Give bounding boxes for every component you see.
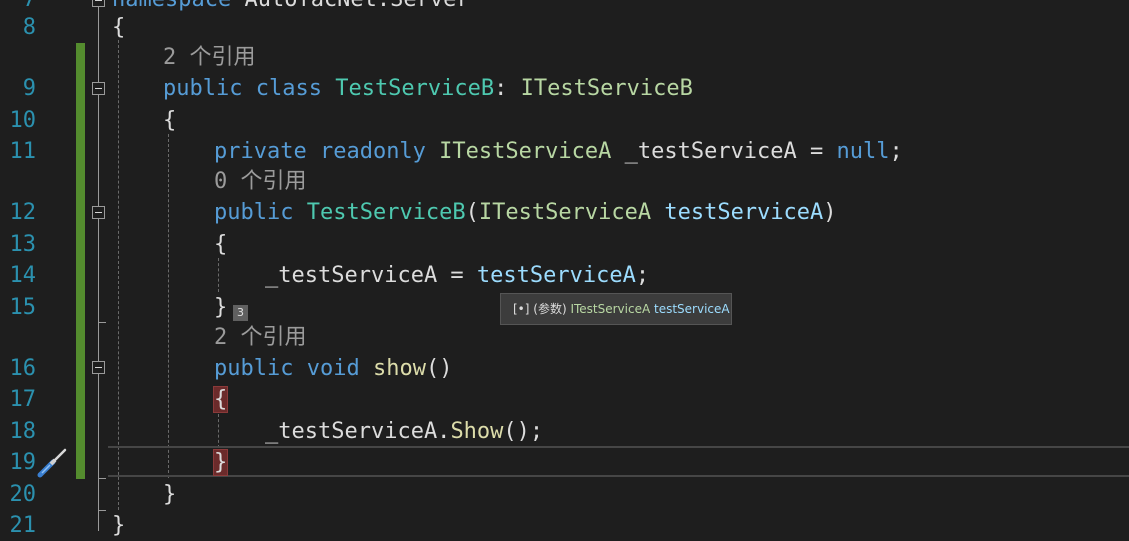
field-name: _testServiceA. xyxy=(265,419,451,444)
fold-end-tick xyxy=(98,322,106,323)
namespace-name: AutofacNet.Server xyxy=(231,0,469,12)
punctuation: ; xyxy=(889,139,903,164)
tooltip-kind: (参数) xyxy=(529,302,571,316)
line-number: 19 xyxy=(9,450,37,475)
screwdriver-icon[interactable] xyxy=(36,446,70,478)
line-number: 12 xyxy=(9,200,37,225)
codelens-references[interactable]: 2 个引用 xyxy=(163,42,256,73)
constructor-name: TestServiceB xyxy=(293,200,466,225)
code-line-16[interactable]: public void show() xyxy=(214,353,452,384)
code-line-8[interactable]: { xyxy=(112,12,125,43)
field-name: _testServiceA = xyxy=(611,139,837,164)
punctuation: ; xyxy=(635,263,650,288)
codelens-references[interactable]: 0 个引用 xyxy=(214,166,307,197)
code-line-18[interactable]: _testServiceA.Show(); xyxy=(265,416,543,447)
line-number: 18 xyxy=(9,419,37,444)
line-number: 8 xyxy=(22,15,36,40)
field-name: _testServiceA = xyxy=(265,263,477,288)
parameter-name: testServiceA xyxy=(476,263,636,288)
fold-line xyxy=(98,0,99,531)
code-line-11[interactable]: private readonly ITestServiceA _testServ… xyxy=(214,136,903,167)
fold-end-tick xyxy=(98,478,106,479)
matched-brace: } xyxy=(212,449,229,476)
line-number: 11 xyxy=(9,139,37,164)
interface-name: ITestServiceA xyxy=(439,139,612,164)
code-line-17[interactable]: { xyxy=(212,384,229,415)
tooltip-type: ITestServiceA xyxy=(570,302,651,316)
code-line-7[interactable]: namespace AutofacNet.Server xyxy=(112,0,470,15)
code-line-14[interactable]: _testServiceA = testServiceA; xyxy=(265,260,649,291)
line-number: 20 xyxy=(9,482,37,507)
class-name: TestServiceB xyxy=(335,76,495,101)
collapse-icon[interactable] xyxy=(92,0,105,7)
collapse-icon[interactable] xyxy=(92,361,105,374)
quick-info-tooltip: [•] (参数) ITestServiceA testServiceA xyxy=(500,293,732,325)
code-line-15[interactable]: } xyxy=(214,292,227,323)
current-line-highlight xyxy=(108,446,1129,477)
line-number: 15 xyxy=(9,295,37,320)
code-line-13[interactable]: { xyxy=(214,229,227,260)
punctuation: () xyxy=(425,356,453,381)
keyword: class xyxy=(242,76,336,101)
collapsed-count-badge[interactable]: 3 xyxy=(233,305,248,321)
code-line-12[interactable]: public TestServiceB(ITestServiceA testSe… xyxy=(214,197,837,228)
line-number: 10 xyxy=(9,108,37,133)
codelens-references[interactable]: 2 个引用 xyxy=(214,322,307,353)
keyword: void xyxy=(293,356,373,381)
parameter-name: testServiceA xyxy=(651,200,824,225)
punctuation: ( xyxy=(465,200,479,225)
code-line-19[interactable]: } xyxy=(212,447,229,478)
keyword: readonly xyxy=(306,139,440,164)
interface-name: ITestServiceB xyxy=(520,76,693,101)
keyword: namespace xyxy=(112,0,231,12)
indent-guide xyxy=(168,134,169,478)
punctuation: : xyxy=(494,76,521,101)
method-name: show xyxy=(372,356,426,381)
indent-guide xyxy=(118,40,119,510)
collapse-icon[interactable] xyxy=(92,206,105,219)
line-number: 13 xyxy=(9,232,37,257)
tooltip-name: testServiceA xyxy=(650,302,730,316)
indent-guide xyxy=(218,258,219,292)
fold-end-tick xyxy=(98,510,106,511)
code-line-9[interactable]: public class TestServiceB: ITestServiceB xyxy=(163,73,693,104)
keyword: null xyxy=(836,139,890,164)
code-line-20[interactable]: } xyxy=(163,479,176,510)
matched-brace: { xyxy=(212,386,229,413)
collapse-icon[interactable] xyxy=(92,82,105,95)
line-number: 16 xyxy=(9,356,37,381)
changed-lines-bar xyxy=(76,43,85,479)
keyword: public xyxy=(214,356,294,381)
method-name: Show xyxy=(450,419,504,444)
punctuation: (); xyxy=(503,419,544,444)
keyword: public xyxy=(214,200,294,225)
line-number: 17 xyxy=(9,387,37,412)
line-number: 21 xyxy=(9,513,37,538)
keyword: private xyxy=(214,139,307,164)
interface-name: ITestServiceA xyxy=(478,200,652,225)
keyword: public xyxy=(163,76,243,101)
line-number: 9 xyxy=(22,76,36,101)
parameter-icon: [•] xyxy=(513,302,530,316)
line-number: 14 xyxy=(9,263,37,288)
code-line-21[interactable]: } xyxy=(112,510,125,541)
indent-guide xyxy=(218,414,219,448)
punctuation: ) xyxy=(823,200,837,225)
code-line-10[interactable]: { xyxy=(163,105,176,136)
